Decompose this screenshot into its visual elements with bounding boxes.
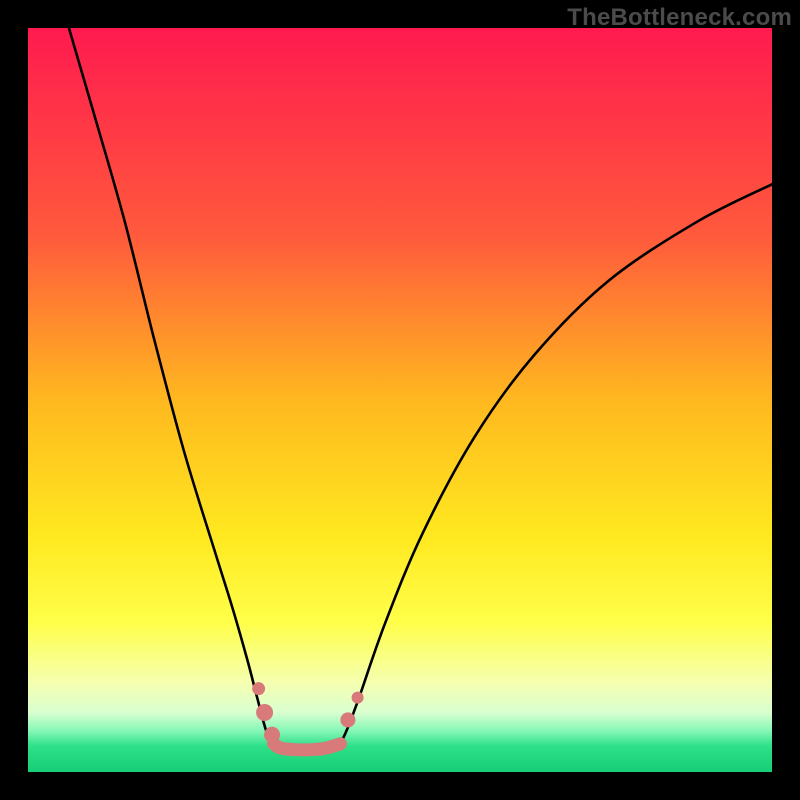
chart-frame: TheBottleneck.com: [0, 0, 800, 800]
curves-layer: [28, 28, 772, 772]
markers-left-cluster: [252, 682, 280, 743]
marker-dot: [252, 682, 265, 695]
marker-dot: [264, 727, 280, 743]
marker-dot: [340, 712, 355, 727]
marker-dot: [256, 704, 273, 721]
trough-band: [274, 744, 341, 750]
right-curve: [340, 184, 772, 743]
left-curve: [69, 28, 274, 744]
attribution-watermark: TheBottleneck.com: [567, 4, 792, 32]
marker-dot: [352, 692, 364, 704]
markers-right-cluster: [340, 692, 363, 728]
plot-area: [28, 28, 772, 772]
